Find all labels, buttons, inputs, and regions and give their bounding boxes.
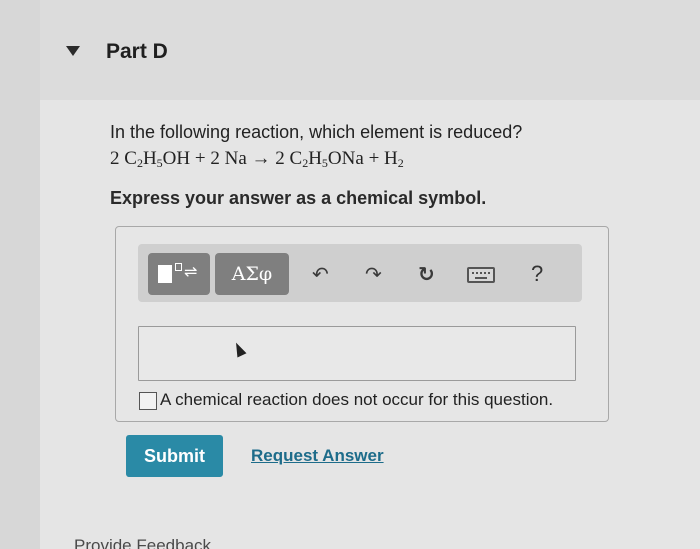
keyboard-icon[interactable] <box>467 267 495 283</box>
collapse-caret-icon[interactable] <box>66 46 80 56</box>
greek-symbols-button[interactable]: ΑΣφ <box>215 253 289 295</box>
part-title[interactable]: Part D <box>106 40 168 64</box>
reaction-equation: 2 C2H5OH + 2 Na → 2 C2H5ONa + H2 <box>110 148 404 170</box>
template-box-icon <box>158 265 172 283</box>
submit-button[interactable]: Submit <box>126 435 223 477</box>
template-superscript-icon <box>175 263 182 271</box>
question-prompt: In the following reaction, which element… <box>110 122 523 142</box>
answer-instruction: Express your answer as a chemical symbol… <box>110 188 487 208</box>
reset-icon[interactable]: ↻ <box>418 262 435 286</box>
redo-icon[interactable]: ↷ <box>365 262 382 286</box>
equilibrium-arrows-icon: ⇌ <box>184 262 198 281</box>
undo-icon[interactable]: ↶ <box>312 262 329 286</box>
help-button[interactable]: ? <box>531 261 543 287</box>
no-reaction-label[interactable]: A chemical reaction does not occur for t… <box>160 390 553 410</box>
answer-input[interactable] <box>138 326 576 381</box>
template-button[interactable]: ⇌ <box>148 253 210 295</box>
provide-feedback-link[interactable]: Provide Feedback <box>74 536 211 549</box>
no-reaction-checkbox[interactable] <box>139 392 157 410</box>
request-answer-link[interactable]: Request Answer <box>251 446 384 466</box>
